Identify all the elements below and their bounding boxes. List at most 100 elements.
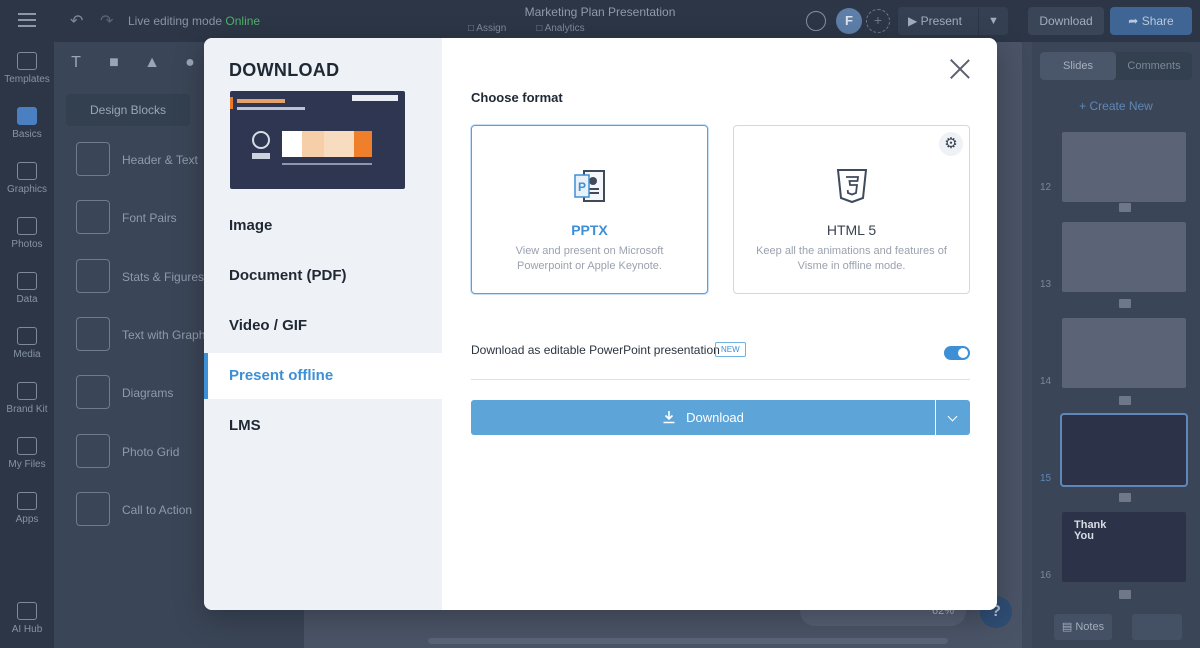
document-title[interactable]: Marketing Plan Presentation <box>0 5 1200 19</box>
media-icon <box>17 327 37 345</box>
circle-tool-icon[interactable]: ● <box>180 54 200 72</box>
block-label: Header & Text <box>122 153 198 167</box>
format-card-html5[interactable]: ⚙ HTML 5 Keep all the animations and fea… <box>733 125 970 294</box>
notes-label: Notes <box>1075 621 1105 633</box>
preview-segment <box>302 131 324 157</box>
editable-ppt-option: Download as editable PowerPoint presenta… <box>471 342 970 372</box>
slide-number: 14 <box>1040 376 1052 387</box>
font-pairs-icon <box>76 200 110 234</box>
notes-button[interactable]: ▤ Notes <box>1054 614 1112 640</box>
share-button[interactable]: ➦ Share <box>1110 7 1192 35</box>
transition-icon[interactable] <box>1119 493 1131 502</box>
user-avatar[interactable]: F <box>836 8 862 34</box>
rail-item-photos[interactable]: Photos <box>0 217 54 250</box>
preview-axis <box>282 163 372 165</box>
rail-item-graphics[interactable]: Graphics <box>0 162 54 195</box>
slide-thumbnail-15[interactable] <box>1060 413 1188 487</box>
comment-bubble-icon[interactable] <box>806 11 826 31</box>
analytics-link[interactable]: Analytics <box>536 23 585 34</box>
download-top-button[interactable]: Download <box>1028 7 1104 35</box>
preview-subtext <box>237 107 305 110</box>
slide-thumbnail-13[interactable] <box>1062 222 1186 292</box>
tab-comments[interactable]: Comments <box>1116 52 1192 80</box>
rail-label: My Files <box>8 459 46 470</box>
rail-label: Media <box>13 349 41 360</box>
present-label: Present <box>920 14 962 28</box>
format-title: HTML 5 <box>826 222 877 238</box>
rail-item-brand-kit[interactable]: Brand Kit <box>0 382 54 415</box>
slide-thumbnail-14[interactable] <box>1062 318 1186 388</box>
assign-link[interactable]: Assign <box>468 23 506 34</box>
folder-icon <box>17 437 37 455</box>
left-rail: Templates Basics Graphics Photos Data Me… <box>0 42 54 648</box>
menu-present-offline[interactable]: Present offline <box>204 353 442 399</box>
rail-label: Apps <box>15 514 39 525</box>
transition-icon[interactable] <box>1119 590 1131 599</box>
transition-icon[interactable] <box>1119 299 1131 308</box>
photo-grid-icon <box>76 434 110 468</box>
download-arrow-icon <box>663 411 675 424</box>
menu-video-gif[interactable]: Video / GIF <box>204 303 442 349</box>
rail-item-ai-hub[interactable]: AI Hub <box>0 602 54 635</box>
divider <box>471 379 970 380</box>
format-card-pptx[interactable]: P PPTX View and present on Microsoft Pow… <box>471 125 708 294</box>
present-button[interactable]: ▶ Present ▼ <box>898 7 1008 35</box>
transition-icon[interactable] <box>1119 396 1131 405</box>
rail-item-templates[interactable]: Templates <box>0 52 54 85</box>
notes-icon: ▤ <box>1061 621 1076 633</box>
create-new-slide-button[interactable]: + Create New <box>1032 99 1200 113</box>
photo-icon <box>17 217 37 235</box>
rail-label: AI Hub <box>11 624 43 635</box>
rail-label: Photos <box>11 239 43 250</box>
tab-slides[interactable]: Slides <box>1040 52 1116 80</box>
text-graph-icon <box>76 317 110 351</box>
block-label: Stats & Figures <box>122 270 205 284</box>
thumbnail-title: Thank You <box>1074 519 1107 542</box>
download-button[interactable]: Download <box>471 400 935 435</box>
graphics-icon <box>17 162 37 180</box>
transition-icon[interactable] <box>1119 203 1131 212</box>
rail-item-basics[interactable]: Basics <box>0 107 54 140</box>
format-description: Keep all the animations and features of … <box>756 245 947 272</box>
dollar-icon <box>252 131 270 149</box>
slide-number: 15 <box>1040 473 1052 484</box>
editable-ppt-toggle[interactable] <box>944 346 970 360</box>
menu-image[interactable]: Image <box>204 203 442 249</box>
preview-segment <box>354 131 372 157</box>
block-label: Photo Grid <box>122 445 180 459</box>
slide-thumbnail-16[interactable]: Thank You <box>1062 512 1186 582</box>
view-toggle[interactable] <box>1132 614 1182 640</box>
rail-label: Basics <box>12 129 42 140</box>
html5-icon <box>836 169 867 204</box>
rail-item-apps[interactable]: Apps <box>0 492 54 525</box>
header-text-icon <box>76 142 110 176</box>
slide-thumbnail-12[interactable] <box>1062 132 1186 202</box>
rail-label: Graphics <box>6 184 47 195</box>
choose-format-label: Choose format <box>471 90 563 105</box>
close-icon[interactable] <box>949 58 971 80</box>
add-collaborator-icon[interactable]: + <box>866 9 890 33</box>
slide-number: 16 <box>1040 570 1052 581</box>
rail-label: Brand Kit <box>6 404 48 415</box>
rectangle-tool-icon[interactable]: ■ <box>104 54 124 72</box>
text-tool-icon[interactable]: T <box>66 54 86 72</box>
gear-icon[interactable]: ⚙ <box>939 132 963 156</box>
rail-item-my-files[interactable]: My Files <box>0 437 54 470</box>
pie-chart-icon <box>17 272 37 290</box>
diagram-icon <box>76 375 110 409</box>
preview-tag <box>352 95 398 101</box>
editable-ppt-label: Download as editable PowerPoint presenta… <box>471 343 720 357</box>
menu-lms[interactable]: LMS <box>204 403 442 449</box>
rail-label: Templates <box>4 74 50 85</box>
download-options-chevron-icon[interactable] <box>936 400 970 435</box>
block-label: Font Pairs <box>122 211 177 225</box>
menu-document-pdf[interactable]: Document (PDF) <box>204 253 442 299</box>
horizontal-scrollbar[interactable] <box>428 638 948 644</box>
chevron-down-icon[interactable]: ▼ <box>978 7 1008 35</box>
rail-item-media[interactable]: Media <box>0 327 54 360</box>
triangle-tool-icon[interactable]: ▲ <box>142 54 162 72</box>
rail-item-data[interactable]: Data <box>0 272 54 305</box>
new-badge: NEW <box>715 342 746 357</box>
modal-sidebar: DOWNLOAD Image Document (PDF) Video / GI… <box>204 38 442 610</box>
design-blocks-tab[interactable]: Design Blocks <box>66 94 190 126</box>
